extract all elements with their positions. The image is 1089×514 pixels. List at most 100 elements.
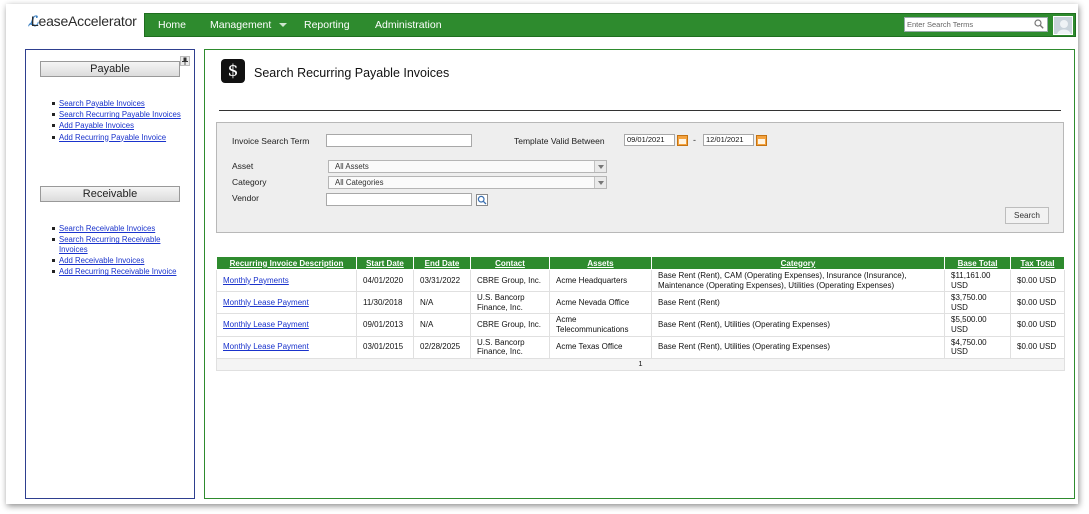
invoice-description-link[interactable]: Monthly Payments <box>223 276 289 285</box>
logo-text: LeaseAccelerator <box>30 13 137 29</box>
category-cell: Base Rent (Rent), Utilities (Operating E… <box>651 313 945 337</box>
column-header-description[interactable]: Recurring Invoice Description <box>216 256 357 270</box>
column-header-assets[interactable]: Assets <box>549 256 652 270</box>
list-item: Add Recurring Receivable Invoice <box>52 267 184 277</box>
date-to-field[interactable]: 12/01/2021 <box>703 134 754 146</box>
list-item: Add Payable Invoices <box>52 121 184 131</box>
link-add-recurring-payable-invoice[interactable]: Add Recurring Payable Invoice <box>59 133 166 142</box>
asset-select-value: All Assets <box>335 162 369 171</box>
table-header-row: Recurring Invoice Description Start Date… <box>216 256 1065 270</box>
nav-management[interactable]: Management <box>210 14 288 36</box>
tax-total-cell: $0.00 USD <box>1010 313 1065 337</box>
asset-select[interactable]: All Assets <box>328 160 607 173</box>
invoice-search-term-input[interactable] <box>326 134 472 147</box>
pagination-row: 1 <box>216 357 1065 371</box>
contact-cell: CBRE Group, Inc. <box>470 313 550 337</box>
payable-links-list: Search Payable Invoices Search Recurring… <box>52 99 184 144</box>
end-date-cell: N/A <box>413 313 471 337</box>
chevron-down-icon <box>594 161 606 172</box>
link-add-recurring-receivable-invoice[interactable]: Add Recurring Receivable Invoice <box>59 267 176 276</box>
category-select-value: All Categories <box>335 178 384 187</box>
list-item: Search Recurring Payable Invoices <box>52 110 184 120</box>
tax-total-cell: $0.00 USD <box>1010 335 1065 359</box>
main-content: $ Search Recurring Payable Invoices Invo… <box>204 49 1075 499</box>
dollar-icon: $ <box>221 59 245 83</box>
results-table: Recurring Invoice Description Start Date… <box>216 256 1065 371</box>
user-avatar[interactable] <box>1053 16 1073 35</box>
base-total-cell: $3,750.00 USD <box>944 291 1011 315</box>
contact-cell: U.S. Bancorp Finance, Inc. <box>470 291 550 315</box>
list-item: Search Receivable Invoices <box>52 224 184 234</box>
calendar-icon[interactable] <box>756 135 767 146</box>
invoice-description-link[interactable]: Monthly Lease Payment <box>223 342 309 351</box>
link-search-recurring-receivable-invoices[interactable]: Search Recurring Receivable Invoices <box>59 235 160 254</box>
lookup-search-icon[interactable] <box>476 194 488 206</box>
assets-cell: Acme Texas Office <box>549 335 652 359</box>
top-nav-bar: Home Management Reporting Administration <box>144 13 1076 37</box>
template-valid-between-label: Template Valid Between <box>514 136 605 146</box>
link-search-payable-invoices[interactable]: Search Payable Invoices <box>59 99 145 108</box>
link-add-receivable-invoices[interactable]: Add Receivable Invoices <box>59 256 144 265</box>
tax-total-cell: $0.00 USD <box>1010 268 1065 293</box>
user-silhouette-icon <box>1054 17 1072 34</box>
link-search-receivable-invoices[interactable]: Search Receivable Invoices <box>59 224 155 233</box>
end-date-cell: N/A <box>413 291 471 315</box>
vendor-input[interactable] <box>326 193 472 206</box>
title-divider <box>219 110 1061 111</box>
vendor-label: Vendor <box>232 193 259 203</box>
start-date-cell: 09/01/2013 <box>356 313 414 337</box>
receivable-section-heading[interactable]: Receivable <box>40 186 180 202</box>
tax-total-cell: $0.00 USD <box>1010 291 1065 315</box>
search-button[interactable]: Search <box>1005 207 1049 224</box>
search-icon[interactable] <box>1034 19 1044 29</box>
list-item: Add Receivable Invoices <box>52 256 184 266</box>
date-from-field[interactable]: 09/01/2021 <box>624 134 675 146</box>
column-header-contact[interactable]: Contact <box>470 256 550 270</box>
calendar-icon[interactable] <box>677 135 688 146</box>
category-cell: Base Rent (Rent), Utilities (Operating E… <box>651 335 945 359</box>
column-header-category[interactable]: Category <box>651 256 945 270</box>
page-number[interactable]: 1 <box>216 357 1065 371</box>
base-total-cell: $4,750.00 USD <box>944 335 1011 359</box>
category-cell: Base Rent (Rent), CAM (Operating Expense… <box>651 268 945 293</box>
assets-cell: Acme Telecommunications <box>549 313 652 337</box>
start-date-cell: 11/30/2018 <box>356 291 414 315</box>
payable-section-heading[interactable]: Payable <box>40 61 180 77</box>
category-select[interactable]: All Categories <box>328 176 607 189</box>
chevron-down-icon <box>279 23 288 28</box>
date-separator: - <box>693 135 696 145</box>
asset-label: Asset <box>232 161 254 171</box>
nav-home[interactable]: Home <box>158 14 186 36</box>
column-header-end-date[interactable]: End Date <box>413 256 471 270</box>
end-date-cell: 03/31/2022 <box>413 268 471 293</box>
list-item: Search Payable Invoices <box>52 99 184 109</box>
table-row: Monthly Payments 04/01/2020 03/31/2022 C… <box>216 268 1065 293</box>
link-add-payable-invoices[interactable]: Add Payable Invoices <box>59 121 134 130</box>
receivable-links-list: Search Receivable Invoices Search Recurr… <box>52 224 184 278</box>
base-total-cell: $5,500.00 USD <box>944 313 1011 337</box>
invoice-description-link[interactable]: Monthly Lease Payment <box>223 298 309 307</box>
base-total-cell: $11,161.00 USD <box>944 268 1011 293</box>
start-date-cell: 04/01/2020 <box>356 268 414 293</box>
column-header-base-total[interactable]: Base Total <box>944 256 1011 270</box>
column-header-start-date[interactable]: Start Date <box>356 256 414 270</box>
end-date-cell: 02/28/2025 <box>413 335 471 359</box>
list-item: Add Recurring Payable Invoice <box>52 133 184 143</box>
list-item: Search Recurring Receivable Invoices <box>52 235 184 254</box>
invoice-description-link[interactable]: Monthly Lease Payment <box>223 320 309 329</box>
nav-administration[interactable]: Administration <box>375 14 442 36</box>
contact-cell: CBRE Group, Inc. <box>470 268 550 293</box>
global-search-input[interactable] <box>905 18 1029 31</box>
nav-reporting[interactable]: Reporting <box>304 14 350 36</box>
search-form: Invoice Search Term Template Valid Betwe… <box>216 122 1064 233</box>
column-header-tax-total[interactable]: Tax Total <box>1010 256 1065 270</box>
table-row: Monthly Lease Payment 03/01/2015 02/28/2… <box>216 335 1065 359</box>
pin-icon[interactable] <box>180 56 190 66</box>
table-row: Monthly Lease Payment 11/30/2018 N/A U.S… <box>216 291 1065 315</box>
app-logo[interactable]: ℒLeaseAccelerator <box>28 13 137 30</box>
nav-management-label: Management <box>210 19 272 31</box>
global-search <box>904 17 1048 32</box>
sidebar: Payable Search Payable Invoices Search R… <box>25 49 195 499</box>
link-search-recurring-payable-invoices[interactable]: Search Recurring Payable Invoices <box>59 110 181 119</box>
category-label: Category <box>232 177 267 187</box>
